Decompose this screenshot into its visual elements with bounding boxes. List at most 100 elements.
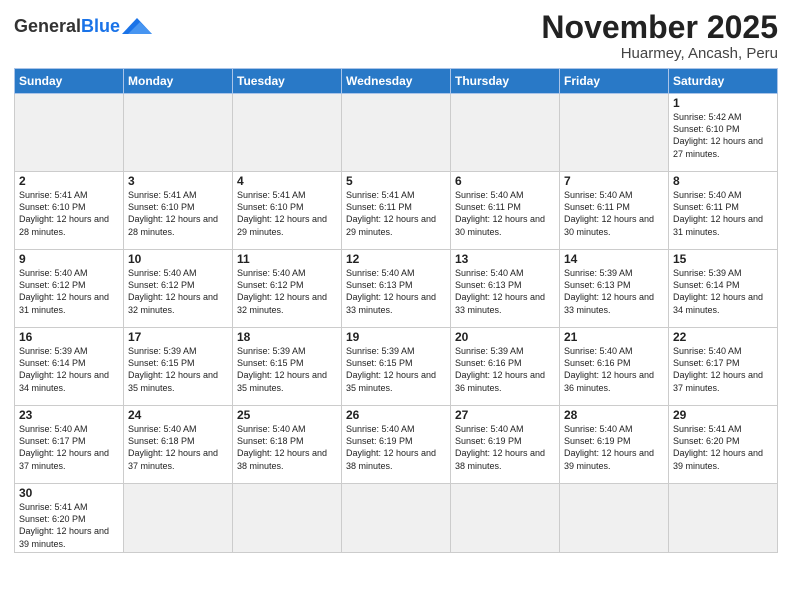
calendar-cell: 2Sunrise: 5:41 AMSunset: 6:10 PMDaylight… <box>15 172 124 250</box>
calendar-cell <box>560 94 669 172</box>
day-number: 26 <box>346 408 446 422</box>
day-info: Sunrise: 5:40 AMSunset: 6:12 PMDaylight:… <box>19 267 119 316</box>
logo: GeneralBlue <box>14 14 152 38</box>
page: GeneralBlue November 2025 Huarmey, Ancas… <box>0 0 792 612</box>
day-number: 18 <box>237 330 337 344</box>
calendar-cell <box>124 94 233 172</box>
calendar-cell: 24Sunrise: 5:40 AMSunset: 6:18 PMDayligh… <box>124 406 233 484</box>
logo-text: GeneralBlue <box>14 17 120 35</box>
day-number: 29 <box>673 408 773 422</box>
calendar-cell: 18Sunrise: 5:39 AMSunset: 6:15 PMDayligh… <box>233 328 342 406</box>
calendar-cell: 25Sunrise: 5:40 AMSunset: 6:18 PMDayligh… <box>233 406 342 484</box>
day-number: 13 <box>455 252 555 266</box>
calendar-cell: 12Sunrise: 5:40 AMSunset: 6:13 PMDayligh… <box>342 250 451 328</box>
day-info: Sunrise: 5:39 AMSunset: 6:14 PMDaylight:… <box>19 345 119 394</box>
day-info: Sunrise: 5:40 AMSunset: 6:12 PMDaylight:… <box>237 267 337 316</box>
day-info: Sunrise: 5:41 AMSunset: 6:11 PMDaylight:… <box>346 189 446 238</box>
calendar-cell: 19Sunrise: 5:39 AMSunset: 6:15 PMDayligh… <box>342 328 451 406</box>
day-number: 3 <box>128 174 228 188</box>
day-info: Sunrise: 5:41 AMSunset: 6:10 PMDaylight:… <box>128 189 228 238</box>
calendar-cell: 16Sunrise: 5:39 AMSunset: 6:14 PMDayligh… <box>15 328 124 406</box>
day-info: Sunrise: 5:40 AMSunset: 6:18 PMDaylight:… <box>128 423 228 472</box>
day-number: 21 <box>564 330 664 344</box>
calendar-cell: 6Sunrise: 5:40 AMSunset: 6:11 PMDaylight… <box>451 172 560 250</box>
day-info: Sunrise: 5:39 AMSunset: 6:15 PMDaylight:… <box>128 345 228 394</box>
day-info: Sunrise: 5:39 AMSunset: 6:15 PMDaylight:… <box>346 345 446 394</box>
day-info: Sunrise: 5:40 AMSunset: 6:11 PMDaylight:… <box>673 189 773 238</box>
calendar-cell: 27Sunrise: 5:40 AMSunset: 6:19 PMDayligh… <box>451 406 560 484</box>
day-number: 7 <box>564 174 664 188</box>
day-info: Sunrise: 5:39 AMSunset: 6:15 PMDaylight:… <box>237 345 337 394</box>
calendar-cell: 30Sunrise: 5:41 AMSunset: 6:20 PMDayligh… <box>15 484 124 553</box>
calendar-cell: 5Sunrise: 5:41 AMSunset: 6:11 PMDaylight… <box>342 172 451 250</box>
calendar-week-4: 16Sunrise: 5:39 AMSunset: 6:14 PMDayligh… <box>15 328 778 406</box>
calendar-cell <box>342 94 451 172</box>
calendar-cell: 13Sunrise: 5:40 AMSunset: 6:13 PMDayligh… <box>451 250 560 328</box>
day-info: Sunrise: 5:39 AMSunset: 6:14 PMDaylight:… <box>673 267 773 316</box>
day-number: 23 <box>19 408 119 422</box>
day-number: 14 <box>564 252 664 266</box>
calendar-cell: 4Sunrise: 5:41 AMSunset: 6:10 PMDaylight… <box>233 172 342 250</box>
calendar-cell: 3Sunrise: 5:41 AMSunset: 6:10 PMDaylight… <box>124 172 233 250</box>
calendar-cell <box>233 94 342 172</box>
weekday-header-row: SundayMondayTuesdayWednesdayThursdayFrid… <box>15 69 778 94</box>
day-number: 27 <box>455 408 555 422</box>
day-number: 6 <box>455 174 555 188</box>
title-block: November 2025 Huarmey, Ancash, Peru <box>541 10 778 62</box>
day-info: Sunrise: 5:40 AMSunset: 6:12 PMDaylight:… <box>128 267 228 316</box>
calendar-cell: 1Sunrise: 5:42 AMSunset: 6:10 PMDaylight… <box>669 94 778 172</box>
calendar-week-1: 1Sunrise: 5:42 AMSunset: 6:10 PMDaylight… <box>15 94 778 172</box>
day-info: Sunrise: 5:39 AMSunset: 6:16 PMDaylight:… <box>455 345 555 394</box>
day-number: 20 <box>455 330 555 344</box>
day-info: Sunrise: 5:40 AMSunset: 6:13 PMDaylight:… <box>346 267 446 316</box>
calendar-cell: 8Sunrise: 5:40 AMSunset: 6:11 PMDaylight… <box>669 172 778 250</box>
day-info: Sunrise: 5:40 AMSunset: 6:11 PMDaylight:… <box>455 189 555 238</box>
calendar-cell: 11Sunrise: 5:40 AMSunset: 6:12 PMDayligh… <box>233 250 342 328</box>
calendar-cell: 23Sunrise: 5:40 AMSunset: 6:17 PMDayligh… <box>15 406 124 484</box>
calendar-week-6: 30Sunrise: 5:41 AMSunset: 6:20 PMDayligh… <box>15 484 778 553</box>
day-info: Sunrise: 5:40 AMSunset: 6:13 PMDaylight:… <box>455 267 555 316</box>
day-info: Sunrise: 5:40 AMSunset: 6:17 PMDaylight:… <box>19 423 119 472</box>
calendar-title: November 2025 <box>541 10 778 45</box>
day-number: 5 <box>346 174 446 188</box>
day-number: 17 <box>128 330 228 344</box>
day-number: 4 <box>237 174 337 188</box>
logo-blue: Blue <box>81 16 120 36</box>
day-number: 8 <box>673 174 773 188</box>
logo-icon <box>122 14 152 38</box>
day-info: Sunrise: 5:40 AMSunset: 6:19 PMDaylight:… <box>564 423 664 472</box>
day-info: Sunrise: 5:40 AMSunset: 6:16 PMDaylight:… <box>564 345 664 394</box>
weekday-header-wednesday: Wednesday <box>342 69 451 94</box>
day-info: Sunrise: 5:41 AMSunset: 6:20 PMDaylight:… <box>19 501 119 550</box>
day-number: 1 <box>673 96 773 110</box>
logo-general: General <box>14 16 81 36</box>
calendar-cell: 9Sunrise: 5:40 AMSunset: 6:12 PMDaylight… <box>15 250 124 328</box>
day-number: 9 <box>19 252 119 266</box>
calendar-week-5: 23Sunrise: 5:40 AMSunset: 6:17 PMDayligh… <box>15 406 778 484</box>
calendar-cell <box>342 484 451 553</box>
day-info: Sunrise: 5:41 AMSunset: 6:10 PMDaylight:… <box>237 189 337 238</box>
day-number: 11 <box>237 252 337 266</box>
day-number: 30 <box>19 486 119 500</box>
day-info: Sunrise: 5:40 AMSunset: 6:18 PMDaylight:… <box>237 423 337 472</box>
day-number: 25 <box>237 408 337 422</box>
weekday-header-sunday: Sunday <box>15 69 124 94</box>
day-number: 2 <box>19 174 119 188</box>
day-number: 15 <box>673 252 773 266</box>
day-info: Sunrise: 5:40 AMSunset: 6:11 PMDaylight:… <box>564 189 664 238</box>
calendar-cell: 14Sunrise: 5:39 AMSunset: 6:13 PMDayligh… <box>560 250 669 328</box>
calendar-cell <box>451 484 560 553</box>
weekday-header-saturday: Saturday <box>669 69 778 94</box>
day-number: 12 <box>346 252 446 266</box>
calendar-cell: 29Sunrise: 5:41 AMSunset: 6:20 PMDayligh… <box>669 406 778 484</box>
calendar-week-2: 2 Sunrise: 5:41 AMSunset: 6:10 PMDaylight… <box>15 172 778 250</box>
day-number: 24 <box>128 408 228 422</box>
header: GeneralBlue November 2025 Huarmey, Ancas… <box>14 10 778 62</box>
calendar-week-3: 9Sunrise: 5:40 AMSunset: 6:12 PMDaylight… <box>15 250 778 328</box>
day-info: Sunrise: 5:40 AMSunset: 6:19 PMDaylight:… <box>455 423 555 472</box>
day-number: 16 <box>19 330 119 344</box>
weekday-header-monday: Monday <box>124 69 233 94</box>
calendar-cell <box>124 484 233 553</box>
calendar-subtitle: Huarmey, Ancash, Peru <box>541 45 778 62</box>
calendar-cell: 15Sunrise: 5:39 AMSunset: 6:14 PMDayligh… <box>669 250 778 328</box>
